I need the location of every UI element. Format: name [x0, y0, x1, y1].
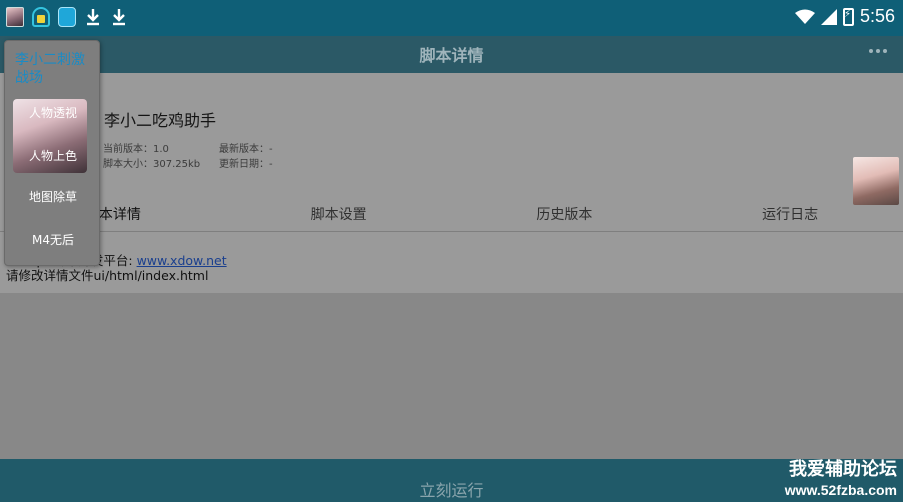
- download-icon: [84, 6, 102, 28]
- lock-icon: [32, 7, 50, 27]
- avatar-icon: [6, 7, 24, 27]
- platform-link[interactable]: www.xdow.net: [137, 253, 227, 268]
- status-bar: 5:56: [0, 0, 903, 36]
- tab-run-log[interactable]: 运行日志: [677, 198, 903, 231]
- page-title: 脚本详情: [419, 46, 484, 65]
- script-size: 脚本大小：307.25kb: [103, 159, 201, 170]
- app-icon: [58, 7, 76, 27]
- script-header: 李小二吃鸡助手 当前版本：1.0 最新版本：- 脚本大小：307.25kb 更新…: [0, 73, 903, 205]
- floating-menu[interactable]: 李小二刺激战场 人物透视 人物上色 地图除草 M4无后: [4, 40, 100, 266]
- script-detail-content: 李小二吃鸡助手 当前版本：1.0 最新版本：- 脚本大小：307.25kb 更新…: [0, 73, 903, 293]
- floating-menu-title: 李小二刺激战场: [15, 52, 85, 86]
- bottom-bar: 立刻运行 我爱辅助论坛 www.52fzba.com: [0, 459, 903, 502]
- status-time: 5:56: [859, 6, 895, 26]
- app-bar: 脚本详情: [0, 36, 903, 73]
- tab-history-versions[interactable]: 历史版本: [452, 198, 678, 231]
- signal-icon: [820, 8, 837, 25]
- wifi-icon: [794, 9, 815, 24]
- menu-item-player-color[interactable]: 人物上色: [5, 147, 101, 164]
- edit-hint: 请修改详情文件ui/html/index.html: [6, 268, 209, 283]
- more-icon[interactable]: [869, 49, 887, 53]
- run-now-button[interactable]: 立刻运行: [0, 477, 903, 501]
- tab-script-settings[interactable]: 脚本设置: [226, 198, 452, 231]
- menu-item-remove-grass[interactable]: 地图除草: [5, 188, 101, 205]
- tab-bar: 脚本详情 脚本设置 历史版本 运行日志: [0, 198, 903, 232]
- status-bar-notifications: [6, 6, 128, 28]
- download-icon: [110, 6, 128, 28]
- watermark: 我爱辅助论坛 www.52fzba.com: [784, 459, 897, 498]
- menu-item-no-recoil[interactable]: M4无后: [5, 231, 101, 248]
- empty-area: [0, 293, 903, 459]
- status-bar-system: 5:56: [794, 6, 895, 27]
- latest-version: 最新版本：-: [219, 144, 273, 155]
- menu-item-player-esp[interactable]: 人物透视: [5, 104, 101, 121]
- update-date: 更新日期：-: [219, 159, 273, 170]
- current-version: 当前版本：1.0: [103, 144, 169, 155]
- script-name: 李小二吃鸡助手: [104, 111, 217, 130]
- battery-icon: [842, 7, 854, 26]
